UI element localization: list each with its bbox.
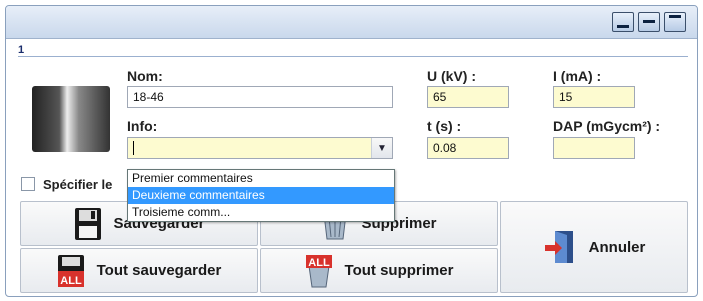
- dropdown-option-selected[interactable]: Deuxieme commentaires: [128, 187, 394, 204]
- save-all-icon: ALL: [57, 254, 84, 287]
- u-kv-field[interactable]: 65: [427, 86, 509, 108]
- info-label: Info:: [127, 118, 158, 134]
- floppy-disk-icon: [74, 207, 101, 240]
- minimize-button[interactable]: [612, 12, 634, 32]
- nom-field[interactable]: 18-46: [127, 86, 393, 108]
- info-combo[interactable]: ▼: [127, 137, 393, 159]
- cancel-label: Annuler: [588, 238, 646, 256]
- dropdown-option[interactable]: Troisieme comm...: [128, 204, 394, 221]
- chevron-down-icon[interactable]: ▼: [371, 138, 392, 158]
- restore-button[interactable]: [638, 12, 660, 32]
- delete-all-button[interactable]: ALL Tout supprimer: [260, 248, 498, 293]
- xray-thumbnail[interactable]: [32, 86, 110, 152]
- delete-all-icon: ALL: [305, 254, 332, 287]
- specifier-label: Spécifier le: [43, 177, 113, 192]
- u-kv-label: U (kV) :: [427, 68, 476, 84]
- t-s-label: t (s) :: [427, 118, 462, 134]
- i-ma-field[interactable]: 15: [553, 86, 635, 108]
- minimize-icon: [617, 25, 629, 28]
- dap-field[interactable]: [553, 137, 635, 159]
- door-exit-icon: [544, 231, 573, 263]
- save-all-label: Tout sauvegarder: [96, 262, 222, 279]
- specifier-checkbox[interactable]: [21, 177, 35, 191]
- delete-all-icon-text: ALL: [308, 257, 330, 269]
- nom-label: Nom:: [127, 68, 163, 84]
- cancel-button[interactable]: Annuler: [500, 201, 688, 293]
- maximize-icon: [669, 15, 681, 18]
- dap-label: DAP (mGycm²) :: [553, 118, 661, 134]
- maximize-button[interactable]: [664, 12, 686, 32]
- dropdown-option[interactable]: Premier commentaires: [128, 170, 394, 187]
- i-ma-label: I (mA) :: [553, 68, 602, 84]
- info-dropdown-list[interactable]: Premier commentaires Deuxieme commentair…: [127, 169, 395, 222]
- delete-all-label: Tout supprimer: [344, 262, 454, 279]
- t-s-field[interactable]: 0.08: [427, 137, 509, 159]
- title-bar: [6, 6, 697, 39]
- restore-icon: [643, 20, 655, 23]
- dialog-window: 1 Nom: 18-46 Info: ▼ U (kV) : 65 I (mA) …: [5, 5, 698, 297]
- panel-divider: [18, 56, 688, 57]
- text-cursor: [133, 141, 134, 155]
- save-all-icon-text: ALL: [60, 275, 82, 287]
- save-all-button[interactable]: ALL Tout sauvegarder: [20, 248, 258, 293]
- panel-number: 1: [18, 44, 25, 56]
